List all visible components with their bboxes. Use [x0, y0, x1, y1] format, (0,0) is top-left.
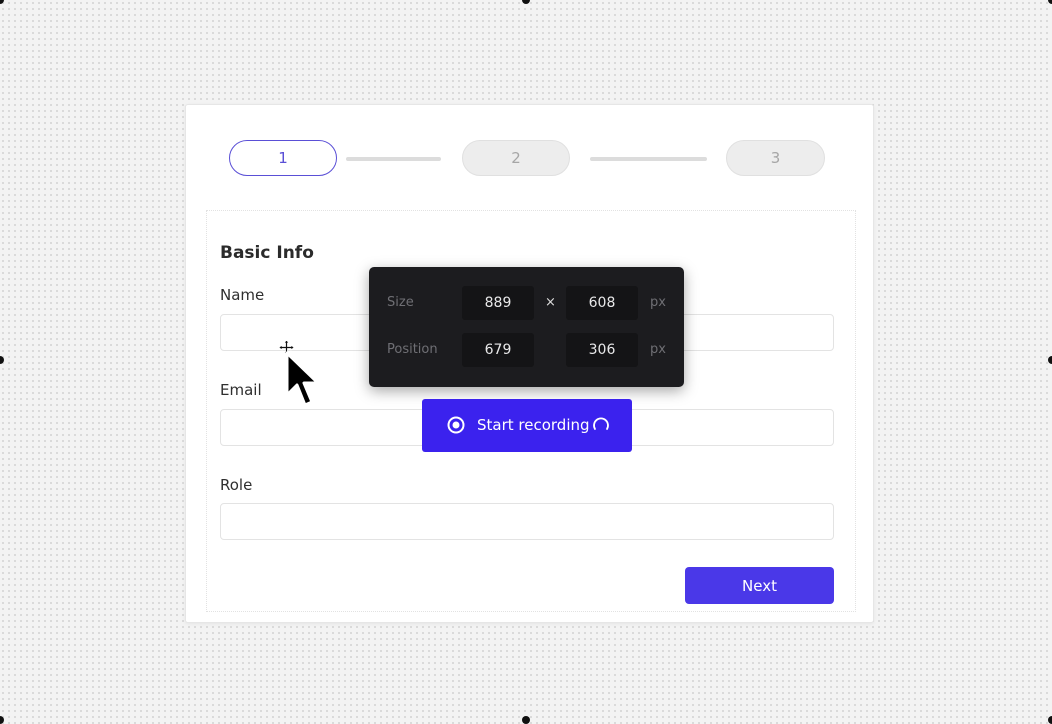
- record-icon: [447, 416, 465, 434]
- selection-handle-bottom[interactable]: [522, 716, 530, 724]
- step-1[interactable]: 1: [229, 140, 337, 176]
- width-field[interactable]: 889: [462, 286, 534, 320]
- position-unit: px: [650, 342, 666, 357]
- selection-handle-top-right[interactable]: [1048, 0, 1052, 4]
- dimension-panel: Size 889 × 608 px Position 679 306 px: [369, 267, 684, 387]
- step-connector-1: [346, 157, 441, 161]
- y-field[interactable]: 306: [566, 333, 638, 367]
- size-unit: px: [650, 295, 666, 310]
- start-recording-label: Start recording: [477, 416, 590, 434]
- arrow-cursor-icon: [284, 350, 322, 412]
- next-button[interactable]: Next: [685, 567, 834, 604]
- start-recording-button[interactable]: Start recording: [422, 399, 632, 452]
- times-symbol: ×: [545, 295, 556, 310]
- selection-handle-bottom-right[interactable]: [1048, 716, 1052, 724]
- selection-handle-top-left[interactable]: [0, 0, 4, 4]
- step-3[interactable]: 3: [726, 140, 825, 176]
- step-1-label: 1: [278, 149, 288, 167]
- step-2-label: 2: [511, 149, 521, 167]
- step-2[interactable]: 2: [462, 140, 570, 176]
- email-label: Email: [220, 381, 262, 399]
- x-field[interactable]: 679: [462, 333, 534, 367]
- position-label: Position: [387, 342, 438, 357]
- role-input[interactable]: [220, 503, 834, 540]
- section-title: Basic Info: [220, 243, 314, 263]
- step-3-label: 3: [770, 149, 781, 167]
- selection-handle-left[interactable]: [0, 356, 4, 364]
- height-field[interactable]: 608: [566, 286, 638, 320]
- size-label: Size: [387, 295, 414, 310]
- step-connector-2: [590, 157, 707, 161]
- selection-handle-bottom-left[interactable]: [0, 716, 4, 724]
- role-label: Role: [220, 476, 253, 494]
- spinner-icon: [592, 416, 610, 434]
- selection-handle-top[interactable]: [522, 0, 530, 4]
- name-label: Name: [220, 286, 265, 304]
- selection-handle-right[interactable]: [1048, 356, 1052, 364]
